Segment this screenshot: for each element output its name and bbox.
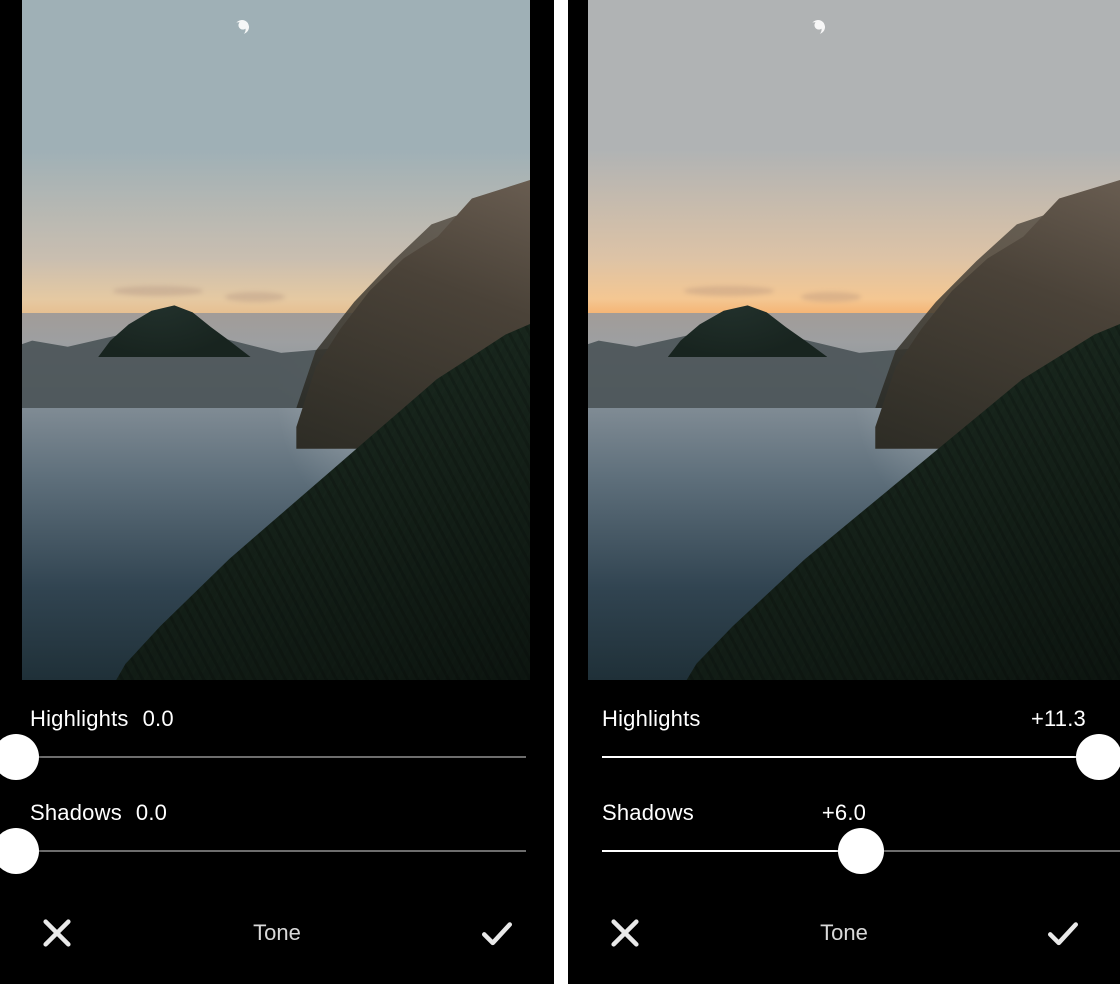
highlights-slider[interactable] (602, 756, 1120, 758)
footer-title: Tone (820, 920, 868, 946)
shadows-label: Shadows (30, 800, 122, 826)
tone-editor-panel-after: Highlights +11.3 Shadows +6.0 T (568, 0, 1120, 984)
confirm-button[interactable] (480, 916, 514, 950)
highlights-slider-block: Highlights 0.0 (30, 706, 510, 758)
tone-controls: Highlights 0.0 Shadows 0.0 (0, 680, 554, 916)
shadows-slider-fill (602, 850, 861, 852)
highlights-slider-fill (602, 756, 1099, 758)
shadows-slider[interactable] (6, 850, 526, 852)
shadows-slider-block: Shadows 0.0 (30, 800, 510, 852)
close-icon (40, 916, 74, 950)
shadows-value: 0.0 (136, 800, 167, 826)
highlights-label: Highlights (30, 706, 129, 732)
shadows-value: +6.0 (822, 800, 866, 826)
cancel-button[interactable] (40, 916, 74, 950)
shadows-slider-block: Shadows +6.0 (602, 800, 1086, 852)
highlights-value: +11.3 (1031, 706, 1086, 732)
cancel-button[interactable] (608, 916, 642, 950)
highlights-value: 0.0 (143, 706, 174, 732)
footer-bar: Tone (0, 916, 554, 984)
confirm-button[interactable] (1046, 916, 1080, 950)
highlights-slider-block: Highlights +11.3 (602, 706, 1086, 758)
tone-editor-panel-before: Highlights 0.0 Shadows 0.0 Tone (0, 0, 554, 984)
highlights-slider[interactable] (6, 756, 526, 758)
preview-image (22, 0, 530, 680)
close-icon (608, 916, 642, 950)
footer-title: Tone (253, 920, 301, 946)
shadows-slider-thumb[interactable] (838, 828, 884, 874)
highlights-slider-thumb[interactable] (1076, 734, 1120, 780)
highlights-slider-thumb[interactable] (0, 734, 39, 780)
shadows-slider-thumb[interactable] (0, 828, 39, 874)
shadows-slider[interactable] (602, 850, 1120, 852)
check-icon (480, 916, 514, 950)
shadows-label: Shadows (602, 800, 694, 826)
tone-controls: Highlights +11.3 Shadows +6.0 (568, 680, 1120, 916)
highlights-label: Highlights (602, 706, 701, 732)
preview-image (588, 0, 1120, 680)
check-icon (1046, 916, 1080, 950)
footer-bar: Tone (568, 916, 1120, 984)
